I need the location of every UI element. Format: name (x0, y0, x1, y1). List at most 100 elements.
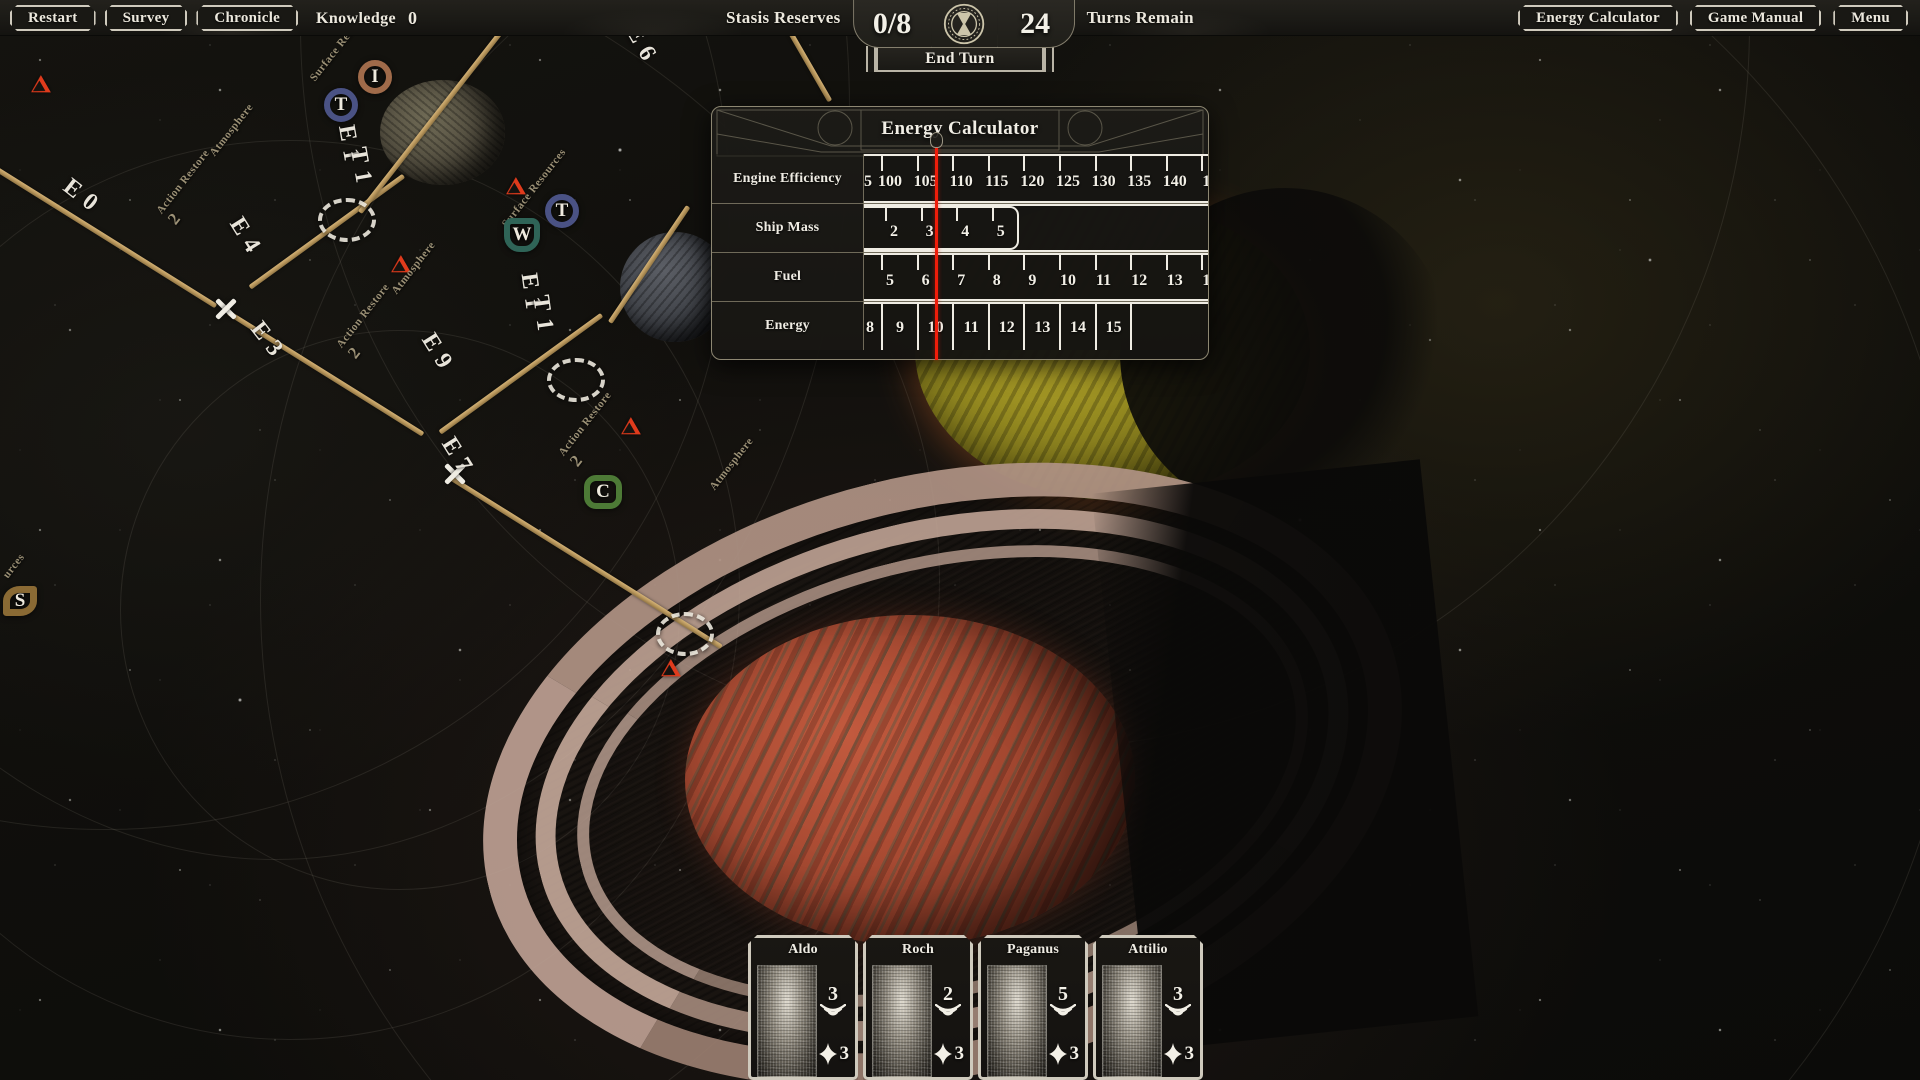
route-line[interactable] (226, 310, 425, 437)
stasis-reserves-value: 0/8 (872, 6, 912, 40)
character-energy-stat: 3 (934, 1043, 965, 1065)
scale-tick-label: 6 (921, 272, 930, 289)
scale-line (864, 204, 1208, 206)
restart-button[interactable]: Restart (10, 5, 96, 31)
route-label: E 4 (224, 212, 266, 258)
route-line[interactable] (0, 150, 218, 309)
chronicle-button[interactable]: Chronicle (196, 5, 298, 31)
game-manual-button[interactable]: Game Manual (1690, 5, 1821, 31)
scale-tick-label: 4 (961, 223, 970, 240)
character-stasis-value: 5 (1058, 983, 1068, 1005)
scale-tick-label: 5 (864, 173, 872, 190)
energy-cell-label: 15 (1105, 319, 1122, 336)
route-label: T 1 (527, 293, 559, 334)
calculator-scale-track[interactable]: 2 3 4 5 (864, 204, 1208, 252)
character-card[interactable]: Roch 2 3 (863, 935, 973, 1080)
scale-tick (952, 154, 955, 171)
map-annotation-text: Action Restore (334, 281, 392, 351)
map-annotation-text: urces (0, 551, 28, 581)
menu-button[interactable]: Menu (1833, 5, 1908, 31)
energy-cell-label: 11 (963, 319, 979, 336)
ship-mass-bracket (864, 206, 1019, 250)
hourglass-icon (943, 3, 984, 44)
scale-tick (1094, 154, 1097, 171)
turns-remain-label: Turns Remain (1086, 8, 1194, 27)
resource-token-t[interactable]: T (324, 88, 358, 122)
character-energy-value: 3 (1069, 1043, 1079, 1064)
scale-line (864, 253, 1208, 255)
scale-tick-label: 9 (1028, 272, 1037, 289)
character-energy-value: 3 (1184, 1043, 1194, 1064)
character-card[interactable]: Attilio 3 3 (1093, 935, 1203, 1080)
ship-position-marker[interactable] (656, 612, 714, 656)
calculator-row-label: Energy (712, 302, 864, 350)
energy-cell-label: 9 (896, 319, 904, 336)
resource-token-c[interactable]: C (584, 475, 622, 509)
character-stasis-value: 2 (943, 983, 953, 1005)
topbar-right-group: Energy Calculator Game Manual Menu (1518, 5, 1908, 31)
direction-arrow-icon (26, 75, 51, 101)
energy-cell-divider (1059, 302, 1061, 350)
scale-tick-label: 130 (1091, 173, 1116, 190)
knowledge-label: Knowledge (316, 9, 397, 27)
knowledge-stat: Knowledge 0 (316, 8, 417, 29)
character-energy-stat: 3 (1049, 1043, 1080, 1065)
ship-position-marker[interactable] (547, 358, 605, 402)
planet-grey-upper[interactable] (380, 80, 505, 185)
character-name: Attilio (1128, 942, 1168, 957)
map-annotation-text: Action Restore (154, 147, 212, 217)
energy-cell-divider (916, 302, 919, 350)
calculator-needle[interactable] (930, 132, 943, 360)
scale-tick (1059, 253, 1061, 270)
character-card[interactable]: Aldo 3 3 (748, 935, 858, 1080)
calculator-rows: Engine Efficiency 5 100 105 110 115 120 125 130 1… (712, 154, 1208, 359)
calculator-scale-track[interactable]: 5 6 7 8 9 10 11 12 13 14 (864, 253, 1208, 301)
scale-tick (987, 253, 990, 270)
energy-calculator-panel[interactable]: Energy Calculator Engine Efficiency 5 100 1… (711, 106, 1209, 360)
character-card-tray: Aldo 3 3 Roch 2 3 Paganus 5 3 Attilio 3 3 (748, 935, 1203, 1080)
survey-button[interactable]: Survey (105, 5, 188, 31)
map-annotation-value: 2 (163, 209, 185, 229)
scale-tick-label: 11 (1096, 272, 1112, 289)
route-label: E 1 (332, 122, 366, 164)
scale-tick (1130, 154, 1133, 171)
scale-tick (881, 154, 883, 171)
resource-token-i[interactable]: I (358, 60, 392, 94)
resource-token-s[interactable]: S (3, 586, 37, 616)
character-stasis-stat: 3 (820, 984, 846, 1018)
stasis-arcs-icon (1165, 1004, 1191, 1018)
calculator-scale-track[interactable]: 89101112131415 (864, 302, 1208, 350)
map-annotation: Action Restore 2 (334, 281, 407, 362)
scale-tick-label: 8 (992, 272, 1001, 289)
planet-red[interactable] (685, 615, 1135, 945)
scale-tick (987, 154, 990, 171)
resource-token-t[interactable]: T (545, 194, 579, 228)
resource-token-w[interactable]: W (504, 218, 540, 252)
game-screen: Action Restore 2 Action Restore 2 Action Res… (0, 0, 1920, 1080)
calculator-row: Engine Efficiency 5 100 105 110 115 120 125 130 1… (712, 154, 1208, 203)
direction-arrow-icon (386, 255, 411, 281)
turn-counter-cluster: Stasis Reserves 0/8 24 Turns Remain (726, 0, 1194, 100)
scale-tick (1094, 253, 1097, 270)
energy-calculator-button[interactable]: Energy Calculator (1518, 5, 1678, 31)
ship-position-marker[interactable] (318, 198, 376, 242)
stasis-arcs-icon (820, 1004, 846, 1018)
energy-cell-divider (952, 302, 955, 350)
map-annotation: Action Restore 2 (154, 147, 227, 228)
character-stasis-value: 3 (828, 983, 838, 1005)
scale-tick (1023, 154, 1026, 171)
scale-tick (1165, 253, 1168, 270)
needle-knob-icon[interactable] (930, 132, 943, 148)
scale-tick-label: 140 (1162, 173, 1187, 190)
calculator-scale-track[interactable]: 5 100 105 110 115 120 125 130 135 140 14 (864, 154, 1208, 203)
scale-tick-label: 3 (925, 223, 934, 240)
scale-tick (952, 253, 955, 270)
scale-tick (1201, 253, 1204, 270)
character-card[interactable]: Paganus 5 3 (978, 935, 1088, 1080)
character-energy-value: 3 (954, 1043, 964, 1064)
character-portrait (987, 965, 1047, 1077)
character-name: Aldo (788, 942, 818, 957)
route-label: T 1 (344, 145, 377, 186)
route-label: E 1 (515, 271, 547, 312)
energy-cell-divider (987, 302, 990, 350)
